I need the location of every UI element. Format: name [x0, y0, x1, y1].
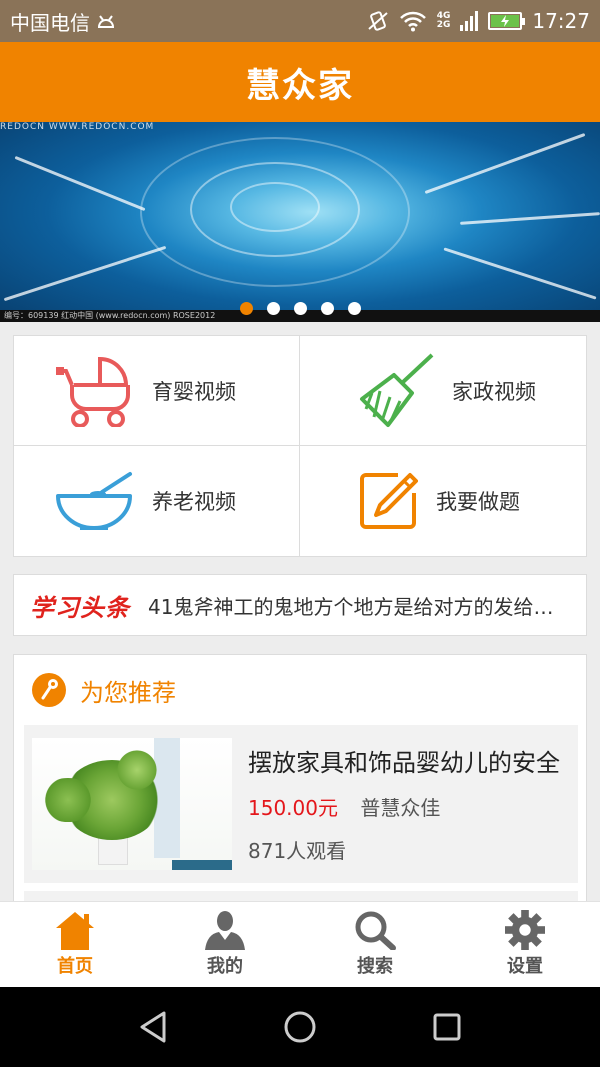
bowl-icon	[56, 472, 132, 530]
recommend-title: 为您推荐	[80, 678, 176, 707]
list-item[interactable]: 摆放家具和饰品婴幼儿的安全 150.00元 普慧众佳 871人观看	[24, 725, 578, 883]
banner-streak	[424, 133, 586, 194]
recommend-section: 为您推荐 摆放家具和饰品婴幼儿的安全 150.00元 普慧众佳 871人观看	[13, 654, 587, 914]
home-icon	[56, 912, 94, 950]
carousel-indicator	[0, 302, 600, 315]
recommend-header: 为您推荐	[14, 655, 586, 725]
gear-icon	[505, 910, 545, 950]
item-price: 150.00元	[248, 796, 338, 820]
item-provider: 普慧众佳	[360, 796, 441, 820]
bottom-tab-bar: 首页 我的 搜索 设置	[0, 901, 600, 987]
tab-label: 设置	[507, 956, 543, 977]
banner-watermark-top: REDOCN WWW.REDOCN.COM	[0, 122, 155, 132]
banner-carousel[interactable]: REDOCN WWW.REDOCN.COM 编号：609139 红动中国 (ww…	[0, 122, 600, 322]
back-icon[interactable]	[138, 1011, 168, 1043]
battery-icon	[488, 12, 526, 30]
banner-streak	[3, 245, 167, 302]
tab-mine[interactable]: 我的	[150, 902, 300, 987]
edit-icon	[360, 473, 418, 529]
tab-label: 搜索	[357, 956, 393, 977]
carousel-dot[interactable]	[266, 302, 280, 315]
item-thumbnail	[32, 738, 232, 870]
app-header: 慧众家	[0, 42, 600, 122]
signal-icon	[460, 11, 479, 31]
carousel-dot-active[interactable]	[239, 302, 253, 315]
category-grid: 育婴视频 家政视频 养老视频 我要做题	[13, 335, 587, 557]
carrier-label: 中国电信	[10, 10, 90, 35]
carrier-group: 中国电信	[10, 7, 116, 36]
banner-ripple	[140, 137, 410, 287]
item-meta: 150.00元 普慧众佳	[248, 792, 562, 821]
system-nav-bar	[0, 987, 600, 1067]
banner-streak	[443, 247, 597, 300]
home-nav-icon[interactable]	[283, 1010, 317, 1044]
category-label: 我要做题	[436, 490, 520, 514]
broom-icon	[360, 353, 434, 427]
vibrate-icon	[368, 11, 388, 31]
item-views: 871人观看	[248, 839, 347, 863]
wifi-icon	[399, 11, 426, 32]
carousel-dot[interactable]	[293, 302, 307, 315]
tab-settings[interactable]: 设置	[450, 902, 600, 987]
banner-streak	[460, 212, 600, 225]
search-icon	[355, 911, 396, 950]
category-elderly-video[interactable]: 养老视频	[14, 446, 300, 556]
clock: 17:27	[532, 9, 590, 33]
tab-search[interactable]: 搜索	[300, 902, 450, 987]
item-info: 摆放家具和饰品婴幼儿的安全 150.00元 普慧众佳 871人观看	[232, 725, 562, 883]
headline-bar[interactable]: 学习头条 41鬼斧神工的鬼地方个地方是给对方的发给对方	[13, 574, 587, 636]
carousel-dot[interactable]	[320, 302, 334, 315]
tab-home[interactable]: 首页	[0, 902, 150, 987]
category-housekeeping-video[interactable]: 家政视频	[300, 336, 586, 446]
tab-label: 首页	[57, 956, 93, 977]
category-infant-video[interactable]: 育婴视频	[14, 336, 300, 446]
banner-streak	[14, 155, 146, 212]
android-debug-icon	[97, 15, 115, 28]
status-icons: 4G 2G 17:27	[367, 9, 590, 33]
headline-logo: 学习头条	[30, 593, 130, 622]
recent-apps-icon[interactable]	[432, 1012, 462, 1042]
category-label: 育婴视频	[152, 379, 236, 404]
category-exercise[interactable]: 我要做题	[300, 446, 586, 556]
carousel-dot[interactable]	[347, 302, 361, 315]
tab-label: 我的	[207, 956, 243, 977]
category-label: 养老视频	[152, 490, 236, 514]
page-title: 慧众家	[246, 65, 354, 106]
stroller-icon	[56, 356, 130, 427]
item-title: 摆放家具和饰品婴幼儿的安全	[248, 749, 560, 777]
headline-text[interactable]: 41鬼斧神工的鬼地方个地方是给对方的发给对方	[148, 591, 570, 620]
category-label: 家政视频	[452, 379, 536, 404]
status-bar: 中国电信 4G 2G 17:27	[0, 0, 600, 42]
user-icon	[205, 911, 245, 950]
network-type: 4G 2G	[436, 11, 451, 30]
recommend-icon	[32, 673, 66, 707]
